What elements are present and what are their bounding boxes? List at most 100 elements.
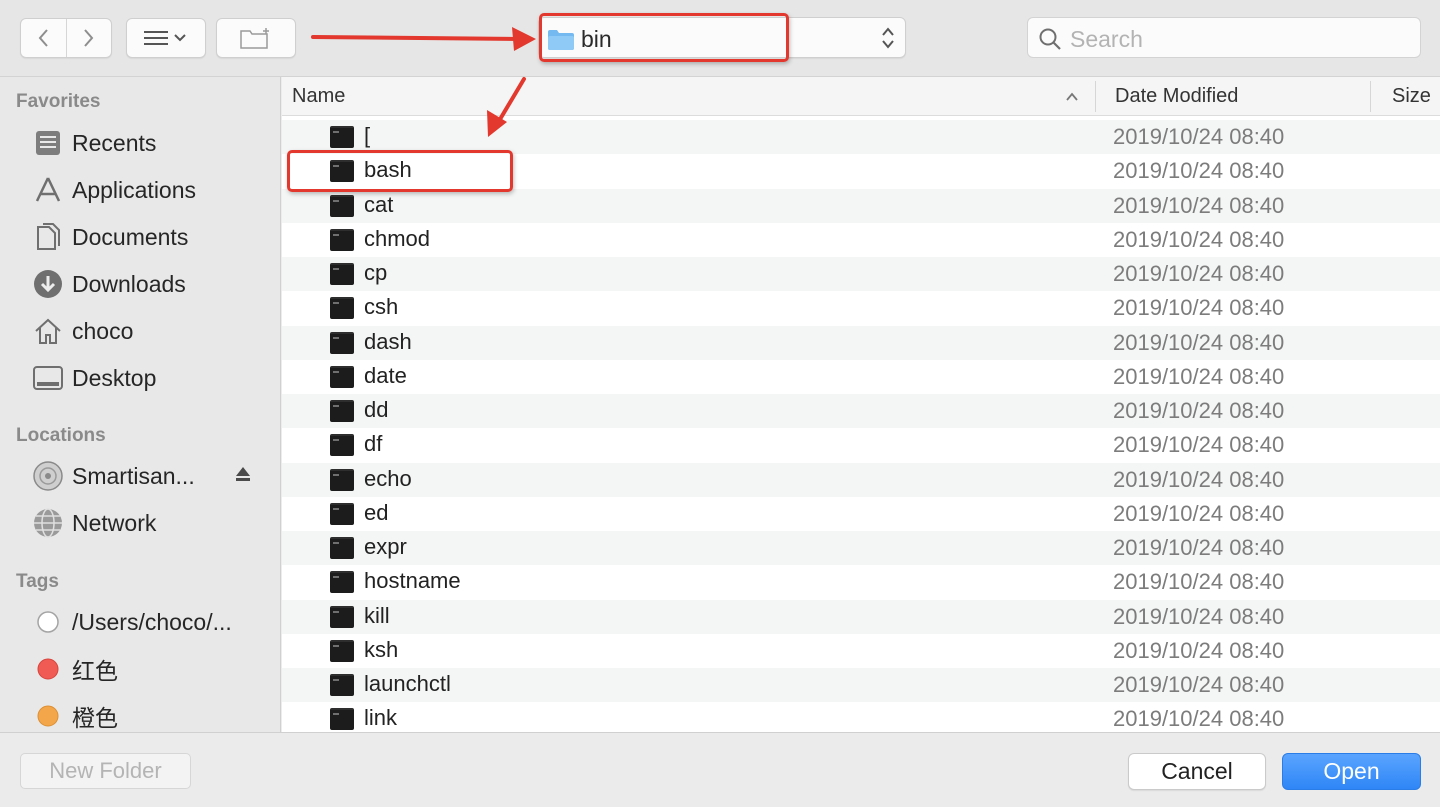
sidebar-item-label: 橙色 (72, 705, 118, 731)
sidebar-item-label: Documents (72, 223, 189, 250)
file-row[interactable]: launchctl 2019/10/24 08:40 (282, 668, 1440, 703)
sidebar-tag-orange[interactable]: 橙色 (30, 696, 270, 732)
file-date-modified: 2019/10/24 08:40 (1113, 261, 1285, 286)
file-row[interactable]: cat 2019/10/24 08:40 (282, 188, 1440, 223)
sidebar-item-network[interactable]: Network (30, 503, 270, 543)
sidebar-tag-users-choco[interactable]: /Users/choco/... (30, 602, 270, 642)
chevron-up-down-icon (881, 26, 895, 55)
recents-icon (30, 125, 66, 161)
file-name: cat (364, 191, 394, 217)
sidebar-item-label: Downloads (72, 270, 186, 297)
sidebar-item-downloads[interactable]: Downloads (30, 264, 270, 304)
search-icon (1038, 27, 1062, 56)
new-folder-toolbar-button[interactable] (216, 18, 296, 58)
column-divider[interactable] (1095, 81, 1096, 112)
file-date-modified: 2019/10/24 08:40 (1113, 158, 1285, 184)
file-row[interactable]: link 2019/10/24 08:40 (282, 702, 1440, 732)
terminal-exec-icon (330, 674, 354, 696)
file-name: csh (364, 294, 399, 320)
cancel-button[interactable]: Cancel (1128, 753, 1266, 790)
file-name: dash (364, 328, 412, 354)
sidebar-item-recents[interactable]: Recents (30, 123, 270, 163)
column-header-size[interactable]: Size (1392, 85, 1431, 108)
sidebar-item-label: choco (72, 317, 134, 344)
sidebar-item-applications[interactable]: Applications (30, 170, 270, 210)
back-button[interactable] (21, 19, 66, 57)
search-field[interactable]: Search (1027, 17, 1421, 58)
eject-icon[interactable] (234, 465, 252, 488)
navigation-buttons (20, 18, 112, 58)
terminal-exec-icon (330, 400, 354, 422)
list-header: Name Date Modified Size (282, 77, 1440, 116)
file-name: hostname (364, 568, 461, 594)
forward-button[interactable] (65, 19, 112, 57)
column-header-name[interactable]: Name (292, 85, 345, 108)
locations-heading: Locations (16, 425, 106, 446)
file-name: df (364, 431, 383, 457)
file-name: ed (364, 499, 389, 525)
file-row[interactable]: hostname 2019/10/24 08:40 (282, 565, 1440, 600)
file-row[interactable]: dd 2019/10/24 08:40 (282, 394, 1440, 429)
file-row[interactable]: cp 2019/10/24 08:40 (282, 257, 1440, 292)
annotation-highlight-path (539, 13, 789, 62)
chevron-right-icon (83, 29, 94, 47)
file-row[interactable]: kill 2019/10/24 08:40 (282, 599, 1440, 634)
file-date-modified: 2019/10/24 08:40 (1113, 706, 1285, 732)
file-row[interactable]: csh 2019/10/24 08:40 (282, 291, 1440, 326)
column-header-date-modified[interactable]: Date Modified (1115, 85, 1238, 108)
terminal-exec-icon (330, 502, 354, 525)
file-date-modified: 2019/10/24 08:40 (1113, 466, 1285, 492)
file-name: chmod (364, 225, 431, 251)
file-name: expr (364, 534, 407, 559)
file-row[interactable]: dash 2019/10/24 08:40 (282, 325, 1440, 360)
sidebar-item-desktop[interactable]: Desktop (30, 358, 270, 398)
terminal-exec-icon (330, 365, 354, 388)
file-row[interactable]: echo 2019/10/24 08:40 (282, 462, 1440, 497)
file-date-modified: 2019/10/24 08:40 (1113, 226, 1285, 252)
network-icon (30, 505, 66, 541)
file-date-modified: 2019/10/24 08:40 (1113, 398, 1285, 423)
bottom-bar: New Folder Cancel Open (0, 732, 1440, 807)
terminal-exec-icon (330, 297, 354, 320)
file-date-modified: 2019/10/24 08:40 (1113, 192, 1285, 218)
file-name: dd (364, 397, 389, 422)
sidebar: Favorites Recents Applications Documents… (0, 77, 281, 732)
documents-icon (30, 219, 66, 255)
terminal-exec-icon (330, 605, 354, 628)
file-row[interactable]: ksh 2019/10/24 08:40 (282, 633, 1440, 668)
file-row[interactable]: chmod 2019/10/24 08:40 (282, 222, 1440, 257)
terminal-exec-icon (330, 708, 354, 731)
column-divider[interactable] (1370, 81, 1371, 112)
file-row[interactable]: df 2019/10/24 08:40 (282, 428, 1440, 463)
view-options-button[interactable] (126, 18, 206, 58)
desktop-icon (30, 360, 66, 396)
sidebar-tag-red[interactable]: 红色 (30, 649, 270, 689)
list-view-icon (144, 31, 186, 45)
applications-icon (30, 172, 66, 208)
sort-ascending-icon[interactable] (1065, 89, 1079, 107)
terminal-exec-icon (330, 434, 354, 457)
file-name: link (364, 705, 398, 731)
sidebar-item-documents[interactable]: Documents (30, 217, 270, 257)
file-name: kill (364, 602, 390, 628)
downloads-icon (30, 266, 66, 302)
file-date-modified: 2019/10/24 08:40 (1113, 363, 1285, 389)
file-row[interactable]: date 2019/10/24 08:40 (282, 359, 1440, 394)
open-button[interactable]: Open (1282, 753, 1421, 790)
new-folder-button[interactable]: New Folder (20, 753, 191, 789)
new-folder-icon (240, 28, 269, 49)
file-row[interactable]: ed 2019/10/24 08:40 (282, 496, 1440, 531)
sidebar-item-label: Network (72, 509, 157, 536)
disk-icon (30, 458, 66, 494)
chevron-left-icon (38, 29, 49, 47)
sidebar-item-label: Desktop (72, 364, 157, 391)
file-row[interactable]: expr 2019/10/24 08:40 (282, 531, 1440, 566)
sidebar-item-label: /Users/choco/... (72, 608, 232, 635)
search-placeholder: Search (1070, 26, 1143, 52)
terminal-exec-icon (330, 571, 354, 594)
file-date-modified: 2019/10/24 08:40 (1113, 569, 1285, 595)
sidebar-item-choco[interactable]: choco (30, 311, 270, 351)
file-date-modified: 2019/10/24 08:40 (1113, 432, 1285, 458)
tags-heading: Tags (16, 571, 59, 592)
tag-dot-icon (30, 651, 66, 687)
